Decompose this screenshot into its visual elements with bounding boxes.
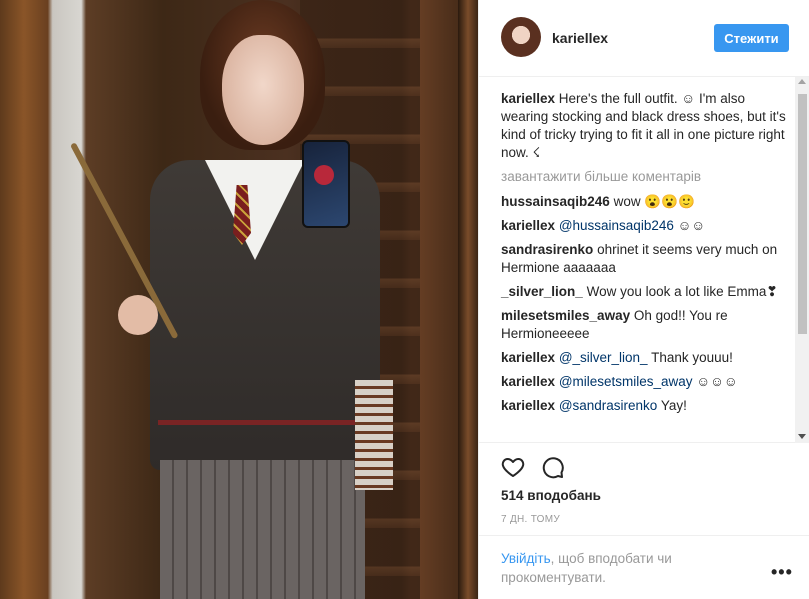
comment-mention[interactable]: @_silver_lion_ — [559, 350, 648, 365]
post-actions — [501, 455, 791, 481]
scroll-down-arrow-icon[interactable] — [798, 434, 806, 439]
avatar[interactable] — [501, 17, 541, 57]
comment-row: kariellex @_silver_lion_ Thank youuu! — [501, 349, 791, 367]
login-prompt: Увійдіть, щоб вподобати чи прокоментуват… — [501, 549, 731, 587]
comment-row: kariellex @hussainsaqib246 ☺☺ — [501, 217, 791, 235]
comments-inner: kariellex Here's the full outfit. ☺ I'm … — [501, 90, 791, 421]
scroll-thumb[interactable] — [798, 94, 807, 334]
post-sidebar: kariellex Стежити kariellex Here's the f… — [478, 0, 809, 599]
load-more-comments-button[interactable]: завантажити більше коментарів — [501, 168, 791, 186]
comment-text: ☺☺☺ — [692, 374, 738, 389]
login-link[interactable]: Увійдіть — [501, 551, 551, 566]
comment-username[interactable]: kariellex — [501, 218, 555, 233]
comment-text: Thank youuu! — [647, 350, 733, 365]
comment-username[interactable]: kariellex — [501, 350, 555, 365]
photo-hand — [118, 295, 158, 335]
comment-row: sandrasirenko ohrinet it seems very much… — [501, 241, 791, 277]
post-timestamp[interactable]: 7 ДН. ТОМУ — [501, 514, 560, 525]
comment-username[interactable]: kariellex — [501, 398, 555, 413]
photo-skirt — [160, 460, 365, 599]
comment-username[interactable]: hussainsaqib246 — [501, 194, 610, 209]
comment-row: kariellex @milesetsmiles_away ☺☺☺ — [501, 373, 791, 391]
photo-phone-rose — [314, 165, 334, 185]
login-footer: Увійдіть, щоб вподобати чи прокоментуват… — [479, 535, 809, 599]
comment-text: wow 😮😮🙂 — [613, 194, 695, 209]
comment-text: Wow you look a lot like Emma❣ — [586, 284, 778, 299]
follow-button[interactable]: Стежити — [714, 24, 789, 52]
comment-row: kariellex @sandrasirenko Yay! — [501, 397, 791, 415]
comment-row: _silver_lion_ Wow you look a lot like Em… — [501, 283, 791, 301]
photo-sweater-trim — [158, 420, 380, 425]
scroll-up-arrow-icon[interactable] — [798, 79, 806, 84]
comment-mention[interactable]: @milesetsmiles_away — [559, 374, 693, 389]
comment-username[interactable]: sandrasirenko — [501, 242, 593, 257]
post-header: kariellex Стежити — [479, 0, 809, 77]
photo-books — [355, 380, 393, 490]
heart-icon[interactable] — [501, 455, 525, 479]
more-options-icon[interactable]: ••• — [771, 563, 792, 581]
post-photo[interactable] — [0, 0, 478, 599]
comment-row: milesetsmiles_away Oh god!! You re Hermi… — [501, 307, 791, 343]
comment-mention[interactable]: @sandrasirenko — [559, 398, 658, 413]
comment-username[interactable]: kariellex — [501, 374, 555, 389]
post-caption: kariellex Here's the full outfit. ☺ I'm … — [501, 90, 791, 162]
comment-row: hussainsaqib246 wow 😮😮🙂 — [501, 193, 791, 211]
comment-text: ☺☺ — [673, 218, 706, 233]
photo-face — [222, 35, 304, 145]
likes-count[interactable]: 514 вподобань — [501, 488, 601, 503]
comment-text: Yay! — [657, 398, 687, 413]
comment-mention[interactable]: @hussainsaqib246 — [559, 218, 674, 233]
header-username[interactable]: kariellex — [552, 30, 608, 46]
comment-username[interactable]: _silver_lion_ — [501, 284, 583, 299]
comment-icon[interactable] — [541, 455, 565, 479]
comments-list[interactable]: kariellex Here's the full outfit. ☺ I'm … — [479, 77, 795, 443]
comment-username[interactable]: milesetsmiles_away — [501, 308, 630, 323]
comments-scrollbar[interactable] — [795, 77, 809, 443]
caption-username[interactable]: kariellex — [501, 91, 555, 106]
photo-mirror-frame — [458, 0, 478, 599]
